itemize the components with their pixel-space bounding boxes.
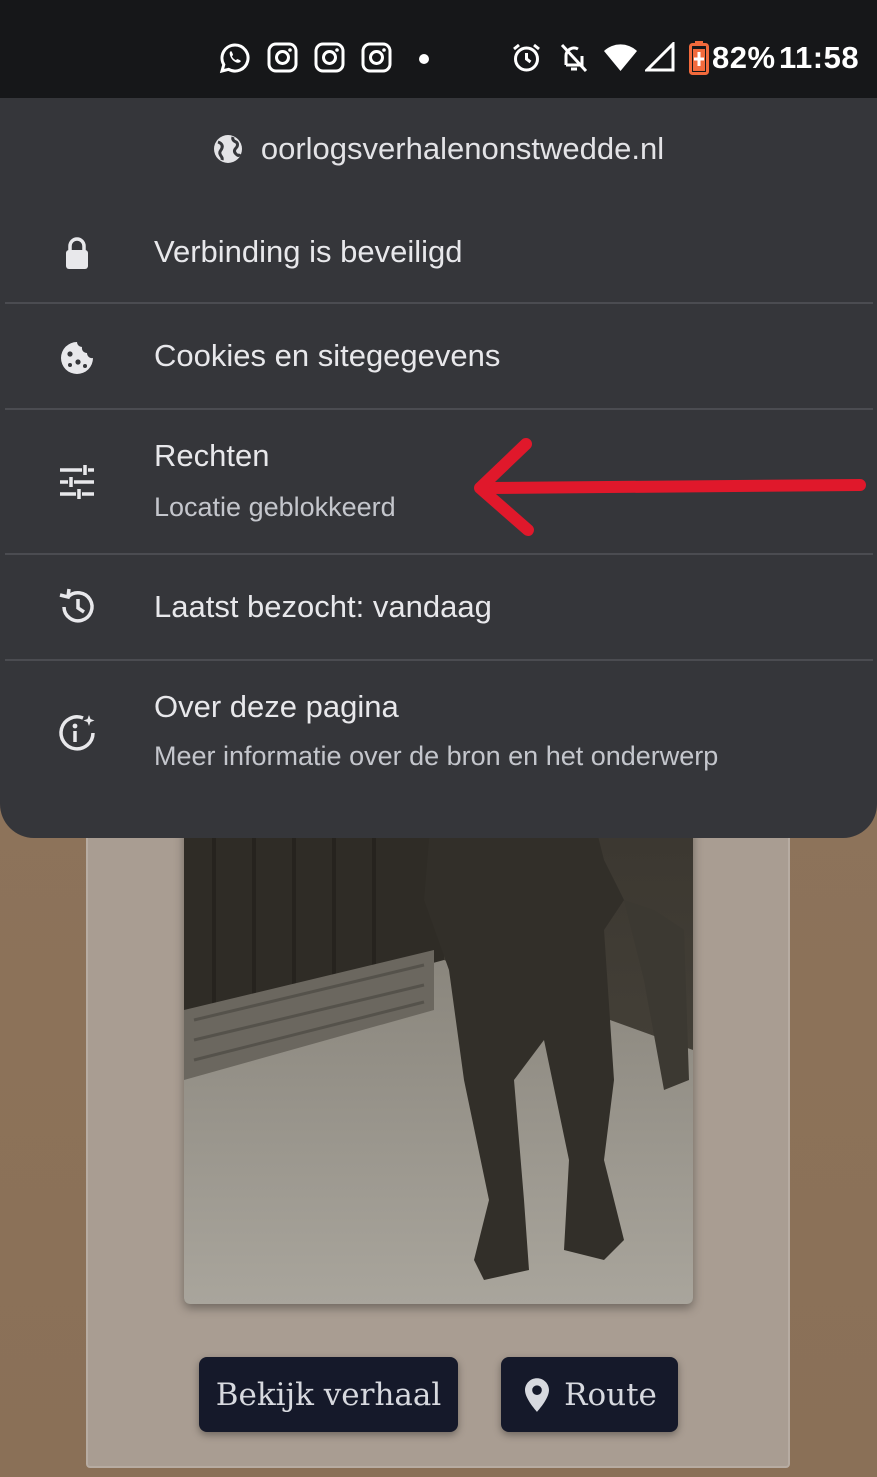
view-story-label: Bekijk verhaal xyxy=(215,1376,442,1413)
last-visited-title: Laatst bezocht: vandaag xyxy=(154,589,492,624)
permissions-subtitle: Locatie geblokkeerd xyxy=(154,492,396,522)
connection-security-title: Verbinding is beveiligd xyxy=(154,234,463,269)
tune-icon xyxy=(60,465,94,499)
location-pin-icon xyxy=(525,1377,550,1412)
site-domain: oorlogsverhalenonstwedde.nl xyxy=(260,131,665,166)
history-icon xyxy=(59,588,94,623)
alarm-icon xyxy=(513,43,540,72)
about-page-subtitle: Meer informatie over de bron en het onde… xyxy=(154,741,719,771)
route-button[interactable]: Route xyxy=(501,1357,678,1432)
instagram-icon xyxy=(267,42,298,73)
last-visited-row[interactable]: Laatst bezocht: vandaag xyxy=(0,555,877,659)
battery-percentage: 82% xyxy=(712,40,776,75)
globe-icon xyxy=(213,135,242,163)
cookies-row[interactable]: Cookies en sitegegevens xyxy=(0,304,877,408)
bell-off-icon xyxy=(560,43,588,73)
battery-icon xyxy=(689,41,709,75)
notification-dot-icon xyxy=(419,54,429,64)
annotation-arrow xyxy=(474,438,866,536)
cookies-title: Cookies en sitegegevens xyxy=(154,338,501,373)
wifi-icon xyxy=(604,44,637,71)
about-page-title: Over deze pagina xyxy=(154,689,399,724)
signal-icon xyxy=(645,42,675,72)
whatsapp-icon xyxy=(219,43,250,74)
lock-icon xyxy=(66,237,88,269)
view-story-button[interactable]: Bekijk verhaal xyxy=(199,1357,458,1432)
instagram-icon xyxy=(314,42,345,73)
status-bar: 82% 11:58 xyxy=(0,0,877,98)
info-sparkle-icon xyxy=(59,715,95,751)
about-page-row[interactable]: Over deze pagina Meer informatie over de… xyxy=(0,661,877,811)
route-label: Route xyxy=(564,1376,657,1413)
instagram-icon xyxy=(361,42,392,73)
site-domain-header: oorlogsverhalenonstwedde.nl xyxy=(0,98,877,200)
cookie-icon xyxy=(61,342,93,374)
clock: 11:58 xyxy=(779,40,860,75)
connection-security-row[interactable]: Verbinding is beveiligd xyxy=(0,200,877,302)
permissions-title: Rechten xyxy=(154,438,270,473)
story-photo xyxy=(184,780,693,1304)
